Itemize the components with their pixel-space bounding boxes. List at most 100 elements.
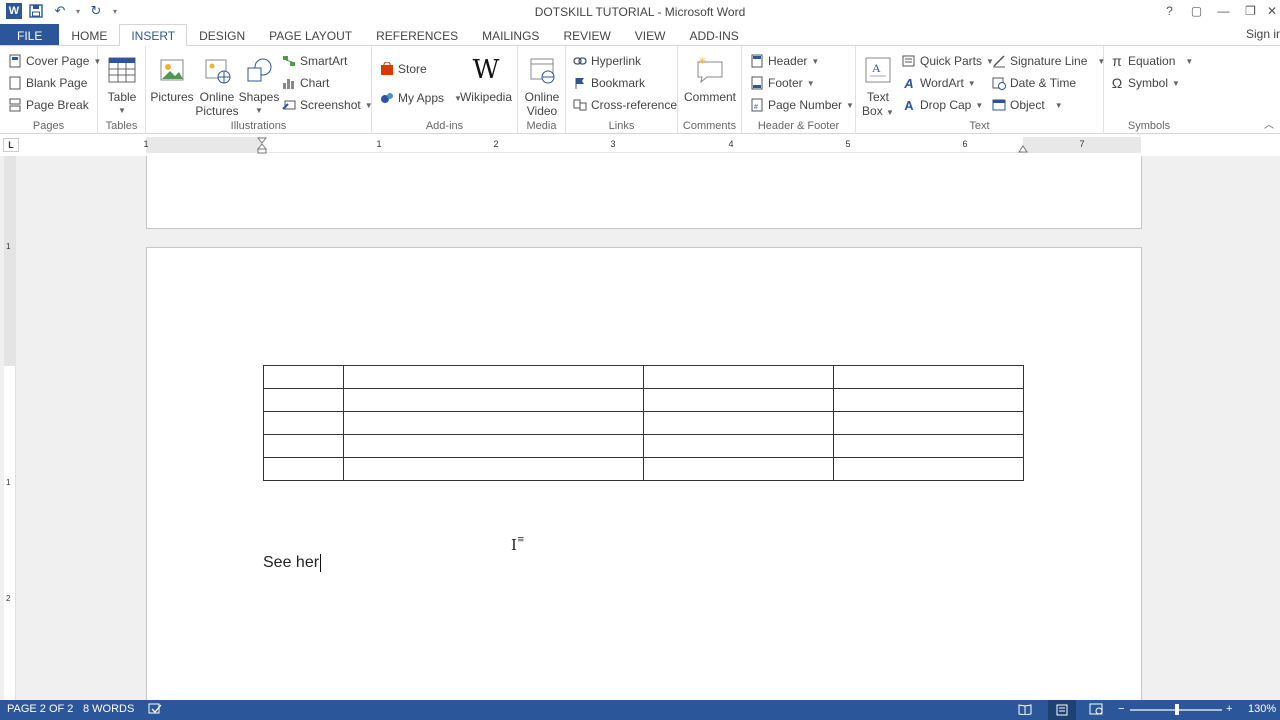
vertical-ruler-mark: 2: [6, 594, 11, 603]
cover-page-button[interactable]: Cover Page ▼: [8, 52, 101, 70]
close-button[interactable]: ✕: [1264, 0, 1280, 22]
table-cell[interactable]: [263, 365, 344, 389]
table-cell[interactable]: [643, 388, 834, 412]
tab-view[interactable]: VIEW: [623, 24, 678, 46]
bookmark-button[interactable]: Bookmark: [573, 74, 645, 92]
document-table[interactable]: [263, 365, 1024, 481]
table-cell[interactable]: [643, 434, 834, 458]
signature-line-button[interactable]: Signature Line ▼: [992, 52, 1105, 70]
chart-button[interactable]: Chart: [282, 74, 329, 92]
minimize-button[interactable]: —: [1210, 0, 1237, 22]
tab-insert[interactable]: INSERT: [119, 24, 188, 46]
page-number-button[interactable]: # Page Number ▼: [750, 96, 854, 114]
pictures-button[interactable]: Pictures: [150, 54, 194, 104]
horizontal-ruler[interactable]: 1 1 2 3 4 5 6 7: [143, 137, 1141, 154]
tab-page-layout[interactable]: PAGE LAYOUT: [257, 24, 364, 46]
vertical-ruler-margin: [4, 156, 16, 366]
hyperlink-button[interactable]: Hyperlink: [573, 52, 641, 70]
online-pictures-button[interactable]: Online Pictures: [195, 54, 239, 118]
ribbon-display-options-button[interactable]: ▢: [1183, 0, 1210, 22]
blank-page-button[interactable]: Blank Page: [8, 74, 87, 92]
table-cell[interactable]: [343, 457, 644, 481]
drop-cap-button[interactable]: A Drop Cap ▼: [902, 96, 983, 114]
table-cell[interactable]: [833, 411, 1024, 435]
table-cell[interactable]: [833, 434, 1024, 458]
tab-file[interactable]: FILE: [0, 24, 60, 46]
page-break-button[interactable]: Page Break: [8, 96, 89, 114]
tab-review[interactable]: REVIEW: [551, 24, 622, 46]
page-count[interactable]: PAGE 2 OF 2: [7, 703, 73, 715]
help-button[interactable]: ?: [1156, 0, 1183, 22]
collapse-ribbon-icon[interactable]: ︿: [1264, 116, 1274, 131]
store-button[interactable]: Store: [380, 60, 427, 78]
document-page-2[interactable]: See her I≡: [146, 247, 1142, 700]
table-cell[interactable]: [833, 388, 1024, 412]
cover-page-label: Cover Page: [26, 54, 90, 68]
text-box-button[interactable]: A Text Box ▼: [860, 54, 896, 120]
page-break-label: Page Break: [26, 98, 89, 112]
screenshot-button[interactable]: Screenshot ▼: [282, 96, 373, 114]
group-comments: ✳ Comment Comments: [678, 46, 742, 134]
tab-home[interactable]: HOME: [59, 24, 119, 46]
shapes-label: Shapes: [238, 90, 280, 104]
document-page-1[interactable]: [146, 156, 1142, 229]
tab-design[interactable]: DESIGN: [187, 24, 257, 46]
online-video-button[interactable]: Online Video: [522, 54, 562, 118]
word-count[interactable]: 8 WORDS: [83, 703, 134, 715]
wordart-button[interactable]: A WordArt ▼: [902, 74, 975, 92]
shapes-button[interactable]: Shapes ▼: [238, 54, 280, 118]
online-video-icon: [526, 54, 558, 86]
quick-parts-button[interactable]: Quick Parts ▼: [902, 52, 994, 70]
table-cell[interactable]: [343, 411, 644, 435]
document-paragraph[interactable]: See her: [263, 554, 322, 572]
ruler-mark: 6: [962, 139, 968, 149]
table-cell[interactable]: [263, 388, 344, 412]
table-cell[interactable]: [833, 365, 1024, 389]
zoom-out-button[interactable]: −: [1118, 703, 1124, 715]
table-cell[interactable]: [343, 434, 644, 458]
table-button[interactable]: Table ▼: [105, 54, 139, 118]
table-cell[interactable]: [263, 457, 344, 481]
smartart-button[interactable]: SmartArt: [282, 52, 347, 70]
text-box-icon: A: [862, 54, 894, 86]
wikipedia-button[interactable]: W Wikipedia: [458, 54, 514, 104]
online-pictures-label-2: Pictures: [195, 104, 239, 118]
table-cell[interactable]: [263, 434, 344, 458]
date-time-button[interactable]: Date & Time: [992, 74, 1076, 92]
footer-button[interactable]: Footer ▼: [750, 74, 815, 92]
table-cell[interactable]: [643, 365, 834, 389]
cross-reference-button[interactable]: Cross-reference: [573, 96, 677, 114]
wordart-icon: A: [904, 75, 914, 91]
text-box-label-1: Text: [866, 90, 889, 104]
table-cell[interactable]: [263, 411, 344, 435]
table-cell[interactable]: [343, 388, 644, 412]
tab-references[interactable]: REFERENCES: [364, 24, 470, 46]
vertical-ruler[interactable]: 1 1 2: [4, 156, 16, 700]
zoom-level[interactable]: 130%: [1248, 703, 1276, 715]
right-indent-marker-icon[interactable]: [1018, 143, 1028, 153]
read-mode-icon[interactable]: [1018, 703, 1032, 718]
symbol-button[interactable]: Ω Symbol ▼: [1110, 74, 1180, 92]
table-cell[interactable]: [643, 411, 834, 435]
table-cell[interactable]: [343, 365, 644, 389]
indent-marker-icon[interactable]: [257, 137, 267, 154]
object-button[interactable]: Object ▼: [992, 96, 1063, 114]
sign-in-link[interactable]: Sign in: [1246, 27, 1280, 41]
zoom-in-button[interactable]: +: [1226, 703, 1232, 715]
web-layout-icon[interactable]: [1089, 703, 1103, 718]
comment-button[interactable]: ✳ Comment: [682, 54, 738, 104]
store-icon: [380, 62, 394, 76]
print-layout-icon[interactable]: [1048, 700, 1076, 720]
equation-button[interactable]: π Equation ▼: [1110, 52, 1193, 70]
proofing-icon[interactable]: [148, 703, 162, 718]
header-button[interactable]: Header ▼: [750, 52, 819, 70]
tab-selector[interactable]: L: [3, 138, 19, 152]
group-add-ins: Store My Apps ▼ W Wikipedia Add-ins: [372, 46, 518, 134]
table-cell[interactable]: [833, 457, 1024, 481]
zoom-slider-thumb[interactable]: [1175, 704, 1179, 715]
tab-add-ins[interactable]: ADD-INS: [677, 24, 750, 46]
restore-button[interactable]: ❐: [1237, 0, 1264, 22]
tab-mailings[interactable]: MAILINGS: [470, 24, 551, 46]
table-cell[interactable]: [643, 457, 834, 481]
my-apps-button[interactable]: My Apps ▼: [380, 89, 462, 107]
